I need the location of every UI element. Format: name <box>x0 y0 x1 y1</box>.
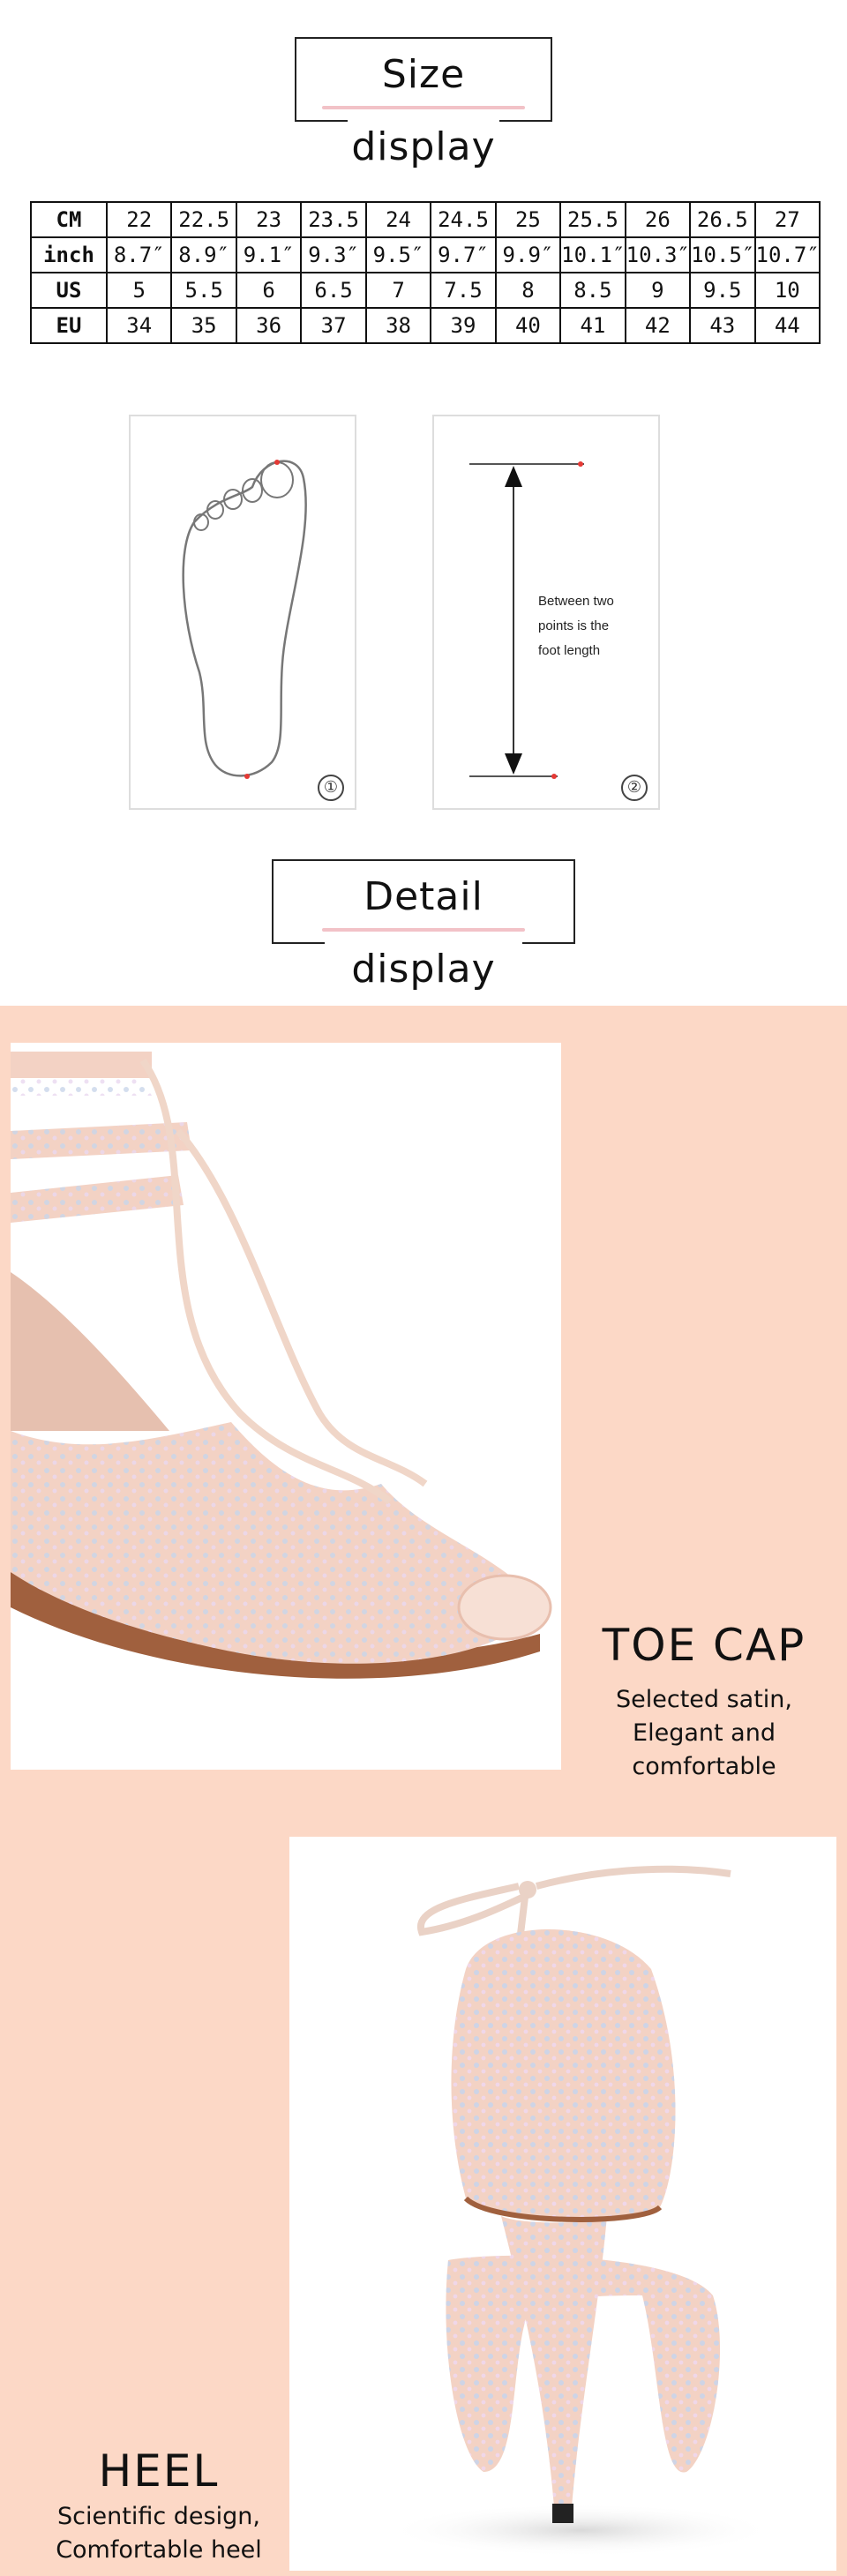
size-cell: 40 <box>494 307 562 344</box>
size-row-cm: CM 22 22.5 23 23.5 24 24.5 25 25.5 26 26.5 27 <box>30 201 821 238</box>
foot-length-note: Between two points is the foot length <box>538 589 614 663</box>
toe-cap-shoe-illustration <box>11 1052 552 1679</box>
toe-cap-line-2: Elegant and comfortable <box>632 1719 776 1780</box>
diagram-number-1: ① <box>318 775 344 801</box>
size-cell: 8 <box>494 272 562 309</box>
detail-display-title-box: Detail display <box>272 859 575 992</box>
size-cell: 35 <box>170 307 237 344</box>
heel-title: HEEL <box>98 2445 220 2497</box>
size-row-eu: EU 34 35 36 37 38 39 40 41 42 43 44 <box>30 307 821 344</box>
size-cell: 24.5 <box>430 201 497 238</box>
size-display-title-box: Size display <box>295 37 552 169</box>
heel-point-marker <box>244 774 250 779</box>
size-row-label: inch <box>30 236 108 273</box>
size-cell: 8.9″ <box>170 236 237 273</box>
size-cell: 25.5 <box>559 201 626 238</box>
size-cell: 9.7″ <box>430 236 497 273</box>
size-cell: 10.3″ <box>624 236 692 273</box>
size-cell: 39 <box>430 307 497 344</box>
size-cell: 9.5 <box>689 272 756 309</box>
size-cell: 9.9″ <box>494 236 562 273</box>
size-row-us: US 5 5.5 6 6.5 7 7.5 8 8.5 9 9.5 10 <box>30 272 821 309</box>
size-cell: 24 <box>364 201 432 238</box>
size-cell: 7.5 <box>430 272 497 309</box>
detail-display-heading: Detail display <box>0 859 847 992</box>
size-cell: 23.5 <box>300 201 367 238</box>
size-cell: 44 <box>753 307 821 344</box>
size-cell: 38 <box>364 307 432 344</box>
size-row-inch: inch 8.7″ 8.9″ 9.1″ 9.3″ 9.5″ 9.7″ 9.9″ 10.1″ 10.… <box>30 236 821 273</box>
toe-cap-title: TOE CAP <box>602 1620 806 1671</box>
foot-outline-diagram: ① <box>129 415 356 810</box>
note-line-1: Between two <box>538 594 614 609</box>
note-line-3: foot length <box>538 643 601 658</box>
heel-line-1: Scientific design, <box>57 2503 260 2530</box>
toe-point-marker <box>274 460 280 465</box>
size-cell: 34 <box>105 307 173 344</box>
size-cell: 9.1″ <box>235 236 303 273</box>
size-display-title: Size display <box>351 52 496 169</box>
size-cell: 26 <box>624 201 692 238</box>
title-underline <box>322 928 525 932</box>
heel-caption: HEEL Scientific design, Comfortable heel <box>18 2445 300 2567</box>
size-cell: 23 <box>235 201 303 238</box>
size-cell: 8.5 <box>559 272 626 309</box>
size-cell: 22.5 <box>170 201 237 238</box>
size-cell: 10 <box>753 272 821 309</box>
toe-cap-line-1: Selected satin, <box>615 1686 793 1713</box>
size-cell: 36 <box>235 307 303 344</box>
size-row-label: EU <box>30 307 108 344</box>
size-row-label: CM <box>30 201 108 238</box>
heel-photo <box>289 1837 836 2571</box>
size-cell: 27 <box>753 201 821 238</box>
size-cell: 37 <box>300 307 367 344</box>
size-cell: 10.5″ <box>689 236 756 273</box>
toe-cap-caption: TOE CAP Selected satin, Elegant and comf… <box>561 1620 847 1784</box>
size-cell: 41 <box>559 307 626 344</box>
size-row-label: US <box>30 272 108 309</box>
size-chart-table: CM 22 22.5 23 23.5 24 24.5 25 25.5 26 26.5 27 inch 8.… <box>30 201 821 344</box>
foot-outline-icon <box>182 460 307 779</box>
size-cell: 22 <box>105 201 173 238</box>
size-cell: 7 <box>364 272 432 309</box>
size-cell: 8.7″ <box>105 236 173 273</box>
size-cell: 9.5″ <box>364 236 432 273</box>
size-cell: 9 <box>624 272 692 309</box>
detail-display-title: Detail display <box>351 874 496 992</box>
size-cell: 10.7″ <box>753 236 821 273</box>
foot-length-diagram: Between two points is the foot length ② <box>432 415 660 810</box>
title-underline <box>322 106 525 109</box>
heel-line-2: Comfortable heel <box>56 2536 262 2564</box>
note-line-2: points is the <box>538 618 610 633</box>
heel-shoe-illustration <box>386 1865 775 2557</box>
size-cell: 6 <box>235 272 303 309</box>
size-cell: 42 <box>624 307 692 344</box>
size-cell: 26.5 <box>689 201 756 238</box>
size-cell: 25 <box>494 201 562 238</box>
size-cell: 9.3″ <box>300 236 367 273</box>
size-cell: 5 <box>105 272 173 309</box>
size-cell: 10.1″ <box>559 236 626 273</box>
diagram-number-2: ② <box>621 775 648 801</box>
toe-cap-photo <box>11 1043 561 1770</box>
size-cell: 5.5 <box>170 272 237 309</box>
size-cell: 6.5 <box>300 272 367 309</box>
size-cell: 43 <box>689 307 756 344</box>
size-display-heading: Size display <box>0 37 847 169</box>
